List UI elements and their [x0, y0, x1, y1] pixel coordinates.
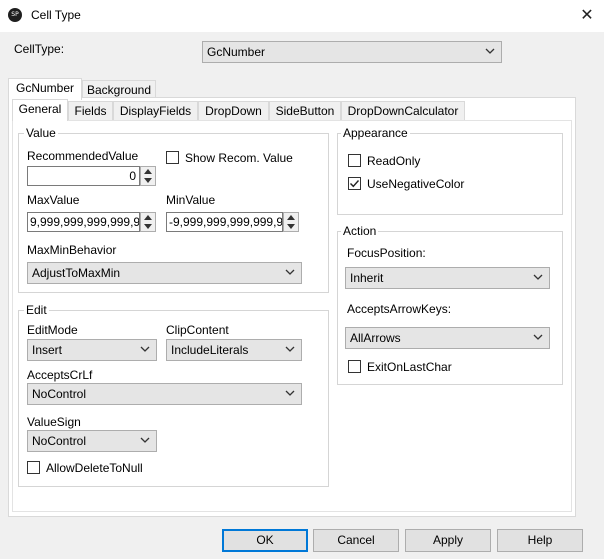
chevron-down-icon: [285, 384, 297, 404]
allowdeletetonull-label: AllowDeleteToNull: [46, 461, 143, 475]
title-bar: SP Cell Type ✕: [0, 0, 604, 32]
cancel-button[interactable]: Cancel: [313, 529, 399, 552]
acceptscrlf-select[interactable]: NoControl: [27, 383, 302, 405]
tab-gcnumber[interactable]: GcNumber: [8, 78, 82, 100]
chevron-down-icon: [533, 328, 545, 348]
acceptscrlf-value: NoControl: [32, 387, 87, 401]
usenegativecolor-checkbox[interactable]: [348, 177, 361, 190]
show-recom-checkbox[interactable]: [166, 151, 179, 164]
celltype-select[interactable]: GcNumber: [202, 41, 502, 63]
acceptscrlf-label: AcceptsCrLf: [27, 368, 93, 382]
max-value-input[interactable]: 9,999,999,999,999,9: [27, 212, 140, 232]
action-group-title: Action: [341, 224, 379, 238]
tab-dropdowncalculator[interactable]: DropDownCalculator: [341, 101, 465, 121]
value-group-title: Value: [24, 126, 58, 140]
chevron-down-icon: [533, 268, 545, 288]
chevron-down-icon: [140, 340, 152, 360]
acceptsarrowkeys-value: AllArrows: [350, 331, 401, 345]
focusposition-value: Inherit: [350, 271, 384, 285]
edit-group-title: Edit: [24, 303, 49, 317]
tab-fields[interactable]: Fields: [68, 101, 113, 121]
appearance-group-title: Appearance: [341, 126, 410, 140]
editmode-label: EditMode: [27, 323, 78, 337]
editmode-value: Insert: [32, 343, 63, 357]
checkmark-icon: [350, 180, 360, 188]
clipcontent-select[interactable]: IncludeLiterals: [166, 339, 302, 361]
min-value-input[interactable]: -9,999,999,999,999,9: [166, 212, 283, 232]
clipcontent-label: ClipContent: [166, 323, 229, 337]
apply-button[interactable]: Apply: [405, 529, 491, 552]
recommended-value-input[interactable]: 0: [27, 166, 140, 186]
min-value-label: MinValue: [166, 193, 216, 207]
tab-general[interactable]: General: [12, 99, 68, 121]
show-recom-label: Show Recom. Value: [185, 151, 293, 165]
valuesign-label: ValueSign: [27, 415, 81, 429]
tab-displayfields[interactable]: DisplayFields: [113, 101, 198, 121]
tab-sidebutton[interactable]: SideButton: [269, 101, 341, 121]
maxmin-behavior-select[interactable]: AdjustToMaxMin: [27, 262, 302, 284]
recommended-value-label: RecommendedValue: [27, 149, 139, 163]
readonly-label: ReadOnly: [367, 154, 421, 168]
focusposition-label: FocusPosition:: [347, 246, 426, 260]
readonly-checkbox[interactable]: [348, 154, 361, 167]
help-button[interactable]: Help: [497, 529, 583, 552]
chevron-down-icon: [140, 431, 152, 451]
ok-button[interactable]: OK: [222, 529, 308, 552]
spin-down-icon[interactable]: [141, 222, 155, 231]
max-value-label: MaxValue: [27, 193, 80, 207]
focusposition-select[interactable]: Inherit: [345, 267, 550, 289]
clipcontent-value: IncludeLiterals: [171, 343, 249, 357]
max-value-spinner[interactable]: [140, 212, 156, 232]
spin-up-icon[interactable]: [284, 213, 298, 222]
chevron-down-icon: [285, 340, 297, 360]
editmode-select[interactable]: Insert: [27, 339, 157, 361]
spin-up-icon[interactable]: [141, 167, 155, 176]
acceptsarrowkeys-label: AcceptsArrowKeys:: [347, 302, 452, 316]
exitonlastchar-label: ExitOnLastChar: [367, 360, 452, 374]
chevron-down-icon: [485, 42, 497, 62]
spin-down-icon[interactable]: [141, 176, 155, 185]
usenegativecolor-label: UseNegativeColor: [367, 177, 465, 191]
maxmin-behavior-label: MaxMinBehavior: [27, 243, 117, 257]
celltype-value: GcNumber: [207, 45, 266, 59]
chevron-down-icon: [285, 263, 297, 283]
close-icon[interactable]: ✕: [577, 5, 597, 25]
recommended-value-spinner[interactable]: [140, 166, 156, 186]
appearance-groupbox: [337, 133, 563, 215]
exitonlastchar-checkbox[interactable]: [348, 360, 361, 373]
maxmin-behavior-value: AdjustToMaxMin: [32, 266, 121, 280]
app-icon: SP: [8, 8, 22, 22]
window-title: Cell Type: [31, 8, 81, 22]
allowdeletetonull-checkbox[interactable]: [27, 461, 40, 474]
min-value-spinner[interactable]: [283, 212, 299, 232]
spin-up-icon[interactable]: [141, 213, 155, 222]
spin-down-icon[interactable]: [284, 222, 298, 231]
celltype-label: CellType:: [14, 42, 65, 56]
tab-dropdown[interactable]: DropDown: [198, 101, 269, 121]
valuesign-value: NoControl: [32, 434, 87, 448]
valuesign-select[interactable]: NoControl: [27, 430, 157, 452]
acceptsarrowkeys-select[interactable]: AllArrows: [345, 327, 550, 349]
